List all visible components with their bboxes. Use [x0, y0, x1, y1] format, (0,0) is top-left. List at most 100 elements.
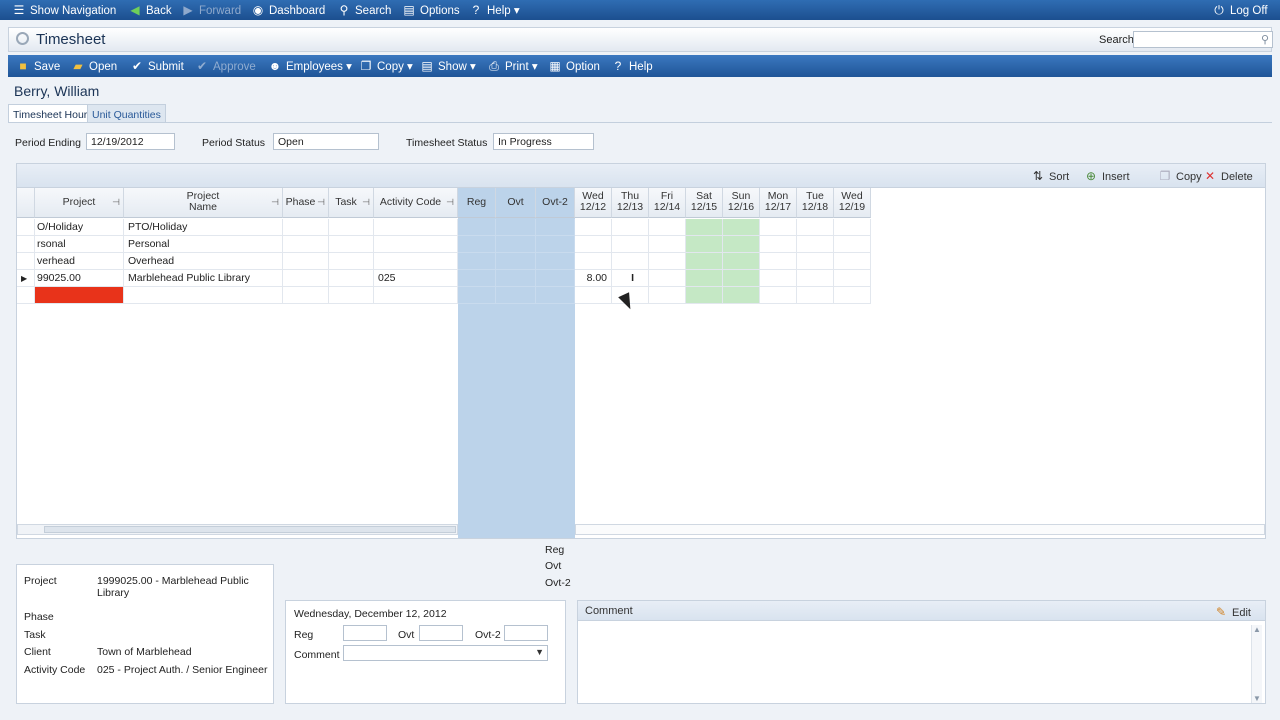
- day-hours-cell[interactable]: [797, 253, 834, 270]
- reg-cell[interactable]: [458, 219, 496, 236]
- project-column-header[interactable]: Project ⊣: [35, 188, 124, 218]
- ovt-cell[interactable]: [496, 287, 536, 304]
- period-ending-field[interactable]: 12/19/2012: [86, 133, 175, 150]
- project-name-cell[interactable]: [124, 287, 283, 304]
- search-icon[interactable]: ⚲: [1261, 33, 1269, 46]
- submit-button[interactable]: ✔ Submit: [130, 59, 184, 73]
- day-reg-input[interactable]: [343, 625, 387, 641]
- day-hours-cell[interactable]: I: [612, 270, 649, 287]
- back-button[interactable]: ◀ Back: [128, 3, 171, 17]
- insert-button[interactable]: ⊕ Insert: [1084, 169, 1130, 183]
- scroll-up-icon[interactable]: ▲: [1253, 625, 1261, 634]
- pin-icon[interactable]: ⊣: [446, 197, 454, 208]
- day-hours-cell[interactable]: [760, 219, 797, 236]
- day-hours-cell[interactable]: [834, 219, 871, 236]
- employees-button[interactable]: ☻ Employees ▾: [268, 59, 352, 73]
- day-hours-cell[interactable]: [834, 270, 871, 287]
- tab-timesheet-hours[interactable]: Timesheet Hours: [8, 104, 98, 123]
- day-hours-cell[interactable]: [723, 253, 760, 270]
- scroll-down-icon[interactable]: ▼: [1253, 694, 1261, 703]
- day-hours-cell[interactable]: [649, 219, 686, 236]
- day-column-header[interactable]: Thu 12/13: [612, 188, 649, 218]
- reg-column-header[interactable]: Reg: [458, 188, 496, 218]
- task-cell[interactable]: [329, 287, 374, 304]
- project-cell[interactable]: [35, 287, 124, 304]
- task-column-header[interactable]: Task ⊣: [329, 188, 374, 218]
- day-hours-cell[interactable]: [797, 219, 834, 236]
- day-hours-cell[interactable]: [649, 253, 686, 270]
- chevron-down-icon[interactable]: ▼: [535, 647, 544, 657]
- ovt2-cell[interactable]: [536, 236, 575, 253]
- day-hours-cell[interactable]: [834, 287, 871, 304]
- show-navigation-button[interactable]: ☰ Show Navigation: [12, 3, 117, 17]
- day-hours-cell[interactable]: [612, 236, 649, 253]
- day-column-header[interactable]: Mon 12/17: [760, 188, 797, 218]
- logoff-button[interactable]: ⏻ Log Off: [1212, 3, 1267, 18]
- row-indicator-cell[interactable]: [17, 236, 35, 253]
- day-column-header[interactable]: Fri 12/14: [649, 188, 686, 218]
- row-indicator-cell[interactable]: [17, 219, 35, 236]
- phase-cell[interactable]: [283, 236, 329, 253]
- search-nav-button[interactable]: ⚲ Search: [337, 3, 392, 17]
- copy-menu-button[interactable]: ❐ Copy ▾: [359, 59, 413, 73]
- day-hours-cell[interactable]: [723, 287, 760, 304]
- day-hours-cell[interactable]: [575, 219, 612, 236]
- pin-icon[interactable]: ⊣: [112, 197, 120, 208]
- day-comment-dropdown[interactable]: ▼: [343, 645, 548, 661]
- day-column-header[interactable]: Tue 12/18: [797, 188, 834, 218]
- comment-scrollbar[interactable]: ▲ ▼: [1251, 625, 1262, 703]
- print-button[interactable]: ⎙ Print ▾: [487, 59, 537, 74]
- row-indicator-cell[interactable]: ▶: [17, 270, 35, 287]
- day-hours-cell[interactable]: [686, 236, 723, 253]
- reg-cell[interactable]: [458, 253, 496, 270]
- activity-code-cell[interactable]: [374, 219, 458, 236]
- project-name-cell[interactable]: Marblehead Public Library: [124, 270, 283, 287]
- reg-cell[interactable]: [458, 270, 496, 287]
- task-cell[interactable]: [329, 236, 374, 253]
- day-column-header[interactable]: Wed 12/19: [834, 188, 871, 218]
- task-cell[interactable]: [329, 219, 374, 236]
- help-button[interactable]: ? Help: [611, 59, 653, 73]
- project-name-cell[interactable]: Personal: [124, 236, 283, 253]
- project-cell[interactable]: 99025.00: [35, 270, 124, 287]
- phase-cell[interactable]: [283, 219, 329, 236]
- activity-code-cell[interactable]: 025: [374, 270, 458, 287]
- ovt-cell[interactable]: [496, 253, 536, 270]
- day-hours-cell[interactable]: [834, 236, 871, 253]
- ovt2-column-header[interactable]: Ovt-2: [536, 188, 575, 218]
- project-name-column-header[interactable]: Project Name ⊣: [124, 188, 283, 218]
- day-hours-cell[interactable]: [760, 236, 797, 253]
- pin-icon[interactable]: ⊣: [317, 197, 325, 208]
- edit-comment-button[interactable]: ✎ Edit: [1214, 605, 1251, 619]
- copy-row-button[interactable]: ❐ Copy: [1158, 169, 1202, 183]
- activity-code-cell[interactable]: [374, 287, 458, 304]
- day-hours-cell[interactable]: [649, 270, 686, 287]
- project-cell[interactable]: rsonal: [35, 236, 124, 253]
- save-button[interactable]: ■ Save: [16, 59, 60, 73]
- day-hours-cell[interactable]: [760, 270, 797, 287]
- delete-button[interactable]: ✕ Delete: [1203, 169, 1253, 183]
- pin-icon[interactable]: ⊣: [271, 197, 279, 208]
- phase-cell[interactable]: [283, 287, 329, 304]
- day-hours-cell[interactable]: [686, 219, 723, 236]
- day-hours-cell[interactable]: [612, 253, 649, 270]
- day-hours-cell[interactable]: [797, 287, 834, 304]
- ovt-cell[interactable]: [496, 219, 536, 236]
- ovt2-cell[interactable]: [536, 253, 575, 270]
- sort-button[interactable]: ⇅ Sort: [1031, 169, 1069, 183]
- row-indicator-cell[interactable]: [17, 287, 35, 304]
- ovt-cell[interactable]: [496, 270, 536, 287]
- pin-icon[interactable]: ⊣: [362, 197, 370, 208]
- ovt-cell[interactable]: [496, 236, 536, 253]
- day-hours-cell[interactable]: [797, 236, 834, 253]
- day-hours-cell[interactable]: 8.00: [575, 270, 612, 287]
- phase-cell[interactable]: [283, 270, 329, 287]
- help-menu-button[interactable]: ? Help ▾: [469, 3, 520, 17]
- day-hours-cell[interactable]: [649, 287, 686, 304]
- day-hours-cell[interactable]: [575, 253, 612, 270]
- day-hours-cell[interactable]: [723, 219, 760, 236]
- options-button[interactable]: ▤ Options: [402, 3, 459, 17]
- show-button[interactable]: ▤ Show ▾: [420, 59, 475, 73]
- day-hours-cell[interactable]: [797, 270, 834, 287]
- reg-cell[interactable]: [458, 287, 496, 304]
